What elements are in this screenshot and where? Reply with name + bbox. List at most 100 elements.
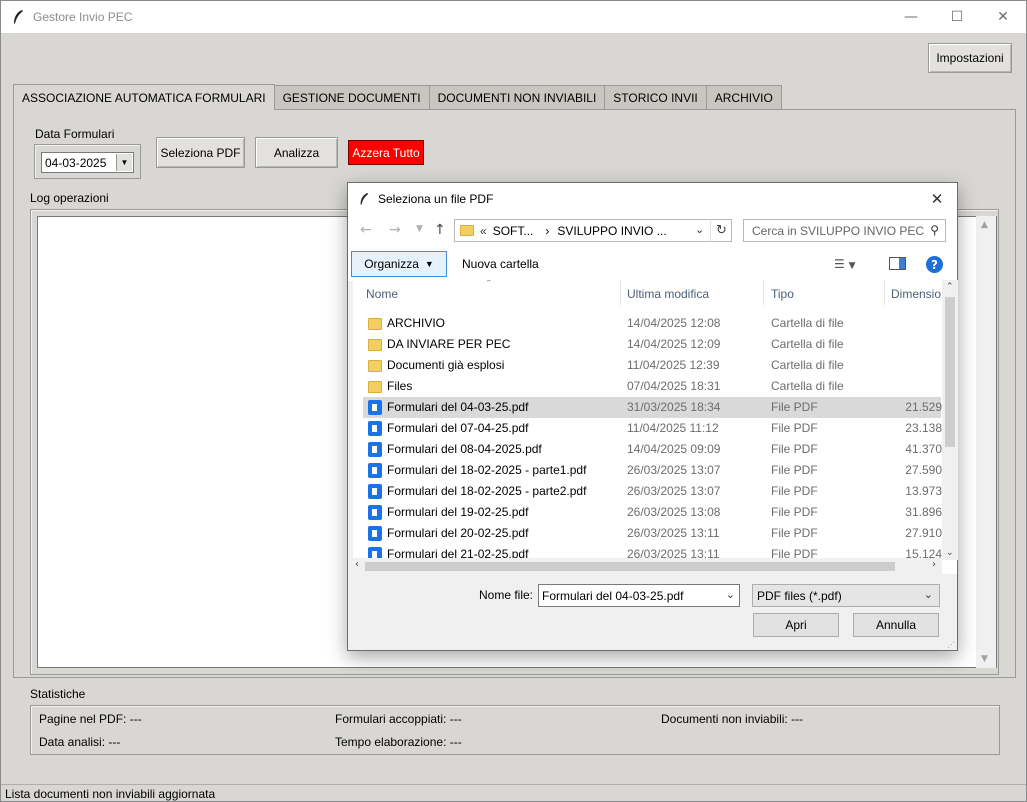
hscroll-thumb[interactable] [365, 562, 895, 571]
scroll-up-icon[interactable]: ▲ [981, 220, 988, 230]
file-name: Formulari del 19-02-25.pdf [387, 505, 529, 519]
file-type-dropdown-icon[interactable]: ⌄ [924, 588, 933, 601]
list-vscrollbar[interactable]: ⌃ ⌄ [942, 280, 958, 560]
dialog-close-icon[interactable]: ✕ [917, 183, 957, 214]
recent-dropdown-icon[interactable]: ▼ [416, 224, 423, 234]
scroll-up-icon[interactable]: ⌃ [946, 282, 954, 292]
file-modified: 14/04/2025 09:09 [627, 442, 721, 456]
search-input[interactable]: Cerca in SVILUPPO INVIO PEC ⚲ [743, 219, 946, 242]
file-name: Formulari del 18-02-2025 - parte2.pdf [387, 484, 587, 498]
col-modified[interactable]: Ultima modifica [627, 287, 709, 301]
column-divider[interactable] [884, 280, 885, 305]
file-type-select[interactable]: PDF files (*.pdf) ⌄ [752, 584, 940, 607]
list-item[interactable]: DA INVIARE PER PEC 14/04/2025 12:09 Cartel… [363, 334, 941, 355]
file-name: ARCHIVIO [387, 316, 446, 330]
dialog-title: Seleziona un file PDF [378, 191, 494, 206]
file-modified: 07/04/2025 18:31 [627, 379, 721, 393]
tab-bar: ASSOCIAZIONE AUTOMATICA FORMULARI GESTION… [13, 84, 782, 110]
file-name: Files [387, 379, 413, 393]
sort-up-icon: ⌃ [485, 280, 493, 288]
close-icon[interactable]: ✕ [980, 1, 1026, 33]
file-size: 21.529 [905, 400, 942, 414]
up-icon[interactable]: ↑ [434, 222, 446, 238]
list-item[interactable]: Formulari del 20-02-25.pdf 26/03/2025 13:… [363, 523, 942, 544]
dialog-title-bar: Seleziona un file PDF ✕ [348, 183, 957, 214]
list-item[interactable]: Documenti già esplosi 11/04/2025 12:39 Car… [363, 355, 941, 376]
list-item[interactable]: ARCHIVIO 14/04/2025 12:08 Cartella di file [363, 313, 941, 334]
organize-dropdown-icon: ▼ [424, 259, 434, 269]
list-item[interactable]: Formulari del 07-04-25.pdf 11/04/2025 11:… [363, 418, 942, 439]
maximize-icon[interactable]: ☐ [934, 1, 980, 33]
vscroll-thumb[interactable] [945, 297, 955, 447]
tab-4[interactable]: ARCHIVIO [705, 85, 782, 110]
select-pdf-button[interactable]: Seleziona PDF [156, 137, 245, 168]
pdf-file-icon [368, 463, 382, 478]
address-bar[interactable]: « SOFT... › SVILUPPO INVIO ... ⌄ [454, 219, 732, 242]
stat-paired: Formulari accoppiati: --- [335, 712, 462, 726]
open-button[interactable]: Apri [753, 613, 839, 637]
analyze-button[interactable]: Analizza [255, 137, 338, 168]
refresh-icon[interactable]: ↻ [710, 219, 732, 242]
organize-button[interactable]: Organizza ▼ [351, 251, 447, 277]
reset-all-button[interactable]: Azzera Tutto [348, 140, 424, 165]
minimize-icon[interactable]: — [888, 1, 934, 33]
scroll-down-icon[interactable]: ⌄ [946, 548, 954, 558]
file-list: Nome ⌃ Ultima modifica Tipo Dimensio ARC… [353, 280, 957, 574]
file-type: Cartella di file [771, 316, 844, 330]
address-dropdown-icon[interactable]: ⌄ [695, 223, 704, 236]
list-hscrollbar[interactable]: ‹ › [353, 558, 942, 574]
col-name[interactable]: Nome [366, 287, 398, 301]
file-name: DA INVIARE PER PEC [387, 337, 511, 351]
preview-pane-icon[interactable] [889, 257, 906, 270]
help-icon[interactable]: ? [926, 256, 943, 273]
file-dialog: Seleziona un file PDF ✕ ← → ▼ ↑ « SOFT..… [347, 182, 958, 651]
column-header: Nome ⌃ Ultima modifica Tipo Dimensio [353, 280, 942, 307]
date-picker[interactable]: 04-03-2025 ▼ [41, 152, 134, 173]
breadcrumb-soft[interactable]: SOFT... [493, 224, 534, 238]
column-divider[interactable] [620, 280, 621, 305]
scroll-down-icon[interactable]: ▼ [981, 654, 988, 664]
scroll-right-icon[interactable]: › [932, 559, 936, 570]
list-item[interactable]: Formulari del 04-03-25.pdf 31/03/2025 18:… [363, 397, 942, 418]
cancel-button[interactable]: Annulla [853, 613, 939, 637]
breadcrumb-sviluppo[interactable]: SVILUPPO INVIO ... [557, 224, 666, 238]
dialog-toolbar: Organizza ▼ Nuova cartella ☰ ▼ ? [348, 248, 957, 281]
list-item[interactable]: Formulari del 19-02-25.pdf 26/03/2025 13:… [363, 502, 942, 523]
list-item[interactable]: Files 07/04/2025 18:31 Cartella di file [363, 376, 941, 397]
tab-0[interactable]: ASSOCIAZIONE AUTOMATICA FORMULARI [13, 84, 275, 110]
app-feather-icon [360, 192, 369, 205]
list-item[interactable]: Formulari del 18-02-2025 - parte1.pdf 26/… [363, 460, 942, 481]
filename-input[interactable]: Formulari del 04-03-25.pdf ⌄ [538, 584, 740, 607]
organize-label: Organizza [364, 257, 419, 271]
tab-2[interactable]: DOCUMENTI NON INVIABILI [428, 85, 606, 110]
stat-pages: Pagine nel PDF: --- [39, 712, 142, 726]
tab-3[interactable]: STORICO INVII [604, 85, 707, 110]
col-type[interactable]: Tipo [771, 287, 794, 301]
back-icon[interactable]: ← [360, 222, 372, 238]
scroll-left-icon[interactable]: ‹ [355, 559, 359, 570]
view-options-icon[interactable]: ☰ ▼ [834, 257, 856, 271]
folder-icon [368, 318, 382, 330]
resize-grip-icon[interactable]: ⋰ [947, 640, 955, 649]
date-value: 04-03-2025 [45, 155, 107, 170]
app-feather-icon [14, 10, 23, 24]
pdf-file-icon [368, 484, 382, 499]
file-name: Formulari del 18-02-2025 - parte1.pdf [387, 463, 587, 477]
new-folder-button[interactable]: Nuova cartella [462, 257, 539, 271]
settings-button[interactable]: Impostazioni [928, 43, 1012, 73]
dropdown-arrow-icon[interactable]: ▼ [116, 154, 132, 171]
file-modified: 14/04/2025 12:09 [627, 337, 721, 351]
tab-1[interactable]: GESTIONE DOCUMENTI [273, 85, 430, 110]
pdf-file-icon [368, 526, 382, 541]
list-item[interactable]: Formulari del 08-04-2025.pdf 14/04/2025 0… [363, 439, 942, 460]
filename-dropdown-icon[interactable]: ⌄ [726, 588, 735, 601]
column-divider[interactable] [763, 280, 764, 305]
folder-icon [368, 339, 382, 351]
window-title: Gestore Invio PEC [33, 10, 133, 24]
file-modified: 26/03/2025 13:08 [627, 505, 721, 519]
file-size: 27.910 [905, 526, 942, 540]
list-item[interactable]: Formulari del 18-02-2025 - parte2.pdf 26/… [363, 481, 942, 502]
log-scrollbar[interactable]: ▲ ▼ [976, 216, 996, 668]
col-size[interactable]: Dimensio [891, 287, 941, 301]
forward-icon[interactable]: → [389, 222, 401, 238]
